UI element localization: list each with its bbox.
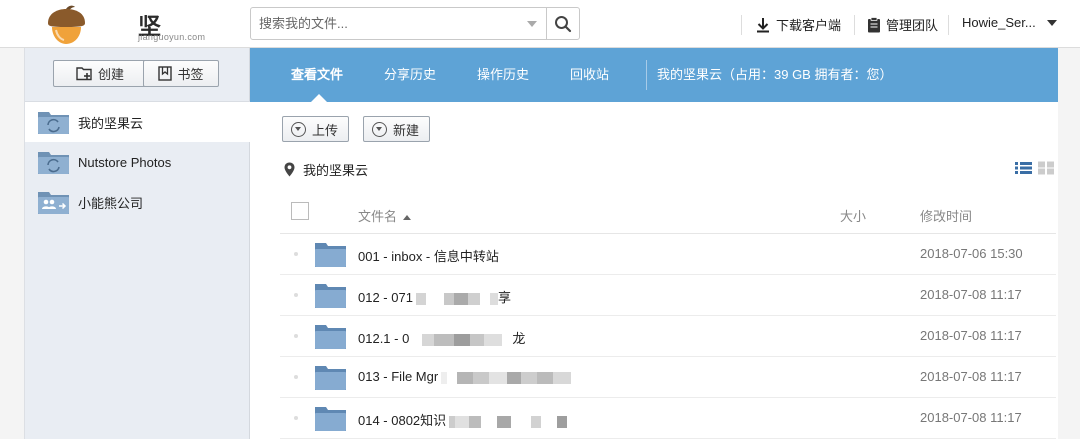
sidebar-item-label: 我的坚果云: [78, 115, 144, 131]
table-row[interactable]: 001 - inbox - 信息中转站 2018-07-06 15:30: [280, 234, 1056, 275]
create-button[interactable]: 创建: [53, 60, 147, 87]
chevron-down-icon: [1046, 19, 1057, 26]
shared-folder-icon: [38, 192, 69, 214]
redacted-text: [441, 371, 572, 384]
dropdown-circle-icon: [291, 121, 306, 137]
clipboard-icon: [868, 16, 880, 32]
manage-team-button[interactable]: 管理团队: [867, 15, 938, 34]
list-view-icon[interactable]: [1015, 161, 1032, 175]
redacted-text: [415, 292, 498, 305]
sidebar-item-my-jianguoyun[interactable]: 我的坚果云: [25, 102, 250, 142]
search-icon: [555, 15, 572, 32]
row-select-dot[interactable]: [294, 293, 298, 297]
search-input[interactable]: [251, 8, 523, 39]
select-all-checkbox[interactable]: [291, 202, 309, 220]
row-select-dot[interactable]: [294, 252, 298, 256]
file-table-header: 文件名 大小 修改时间: [280, 196, 1056, 234]
tab-share-history[interactable]: 分享历史: [384, 48, 436, 102]
table-row[interactable]: 014 - 0802知识 2018-07-08 11:17: [280, 398, 1056, 439]
breadcrumb: 我的坚果云: [284, 160, 368, 179]
file-name[interactable]: 001 - inbox - 信息中转站: [358, 246, 499, 265]
sort-ascending-icon: [403, 215, 412, 221]
redacted-text: [449, 415, 568, 428]
folder-icon: [315, 407, 346, 431]
active-tab-indicator: [311, 94, 327, 102]
file-name[interactable]: 012 - 071 享: [358, 287, 511, 306]
new-label: 新建: [393, 122, 420, 138]
storage-info: 我的坚果云（占用：39 GB 拥有者：您）: [657, 67, 893, 82]
column-header-name-label: 文件名: [358, 209, 398, 224]
search-dropdown-caret-icon[interactable]: [527, 21, 537, 27]
sidebar-actions: 创建 书签: [25, 48, 250, 102]
header-divider: [741, 15, 742, 35]
breadcrumb-current[interactable]: 我的坚果云: [303, 160, 368, 179]
add-folder-icon: [76, 67, 92, 81]
file-modified-time: 2018-07-08 11:17: [920, 287, 1022, 302]
upload-label: 上传: [312, 122, 339, 138]
dropdown-circle-icon: [372, 121, 387, 137]
row-select-dot[interactable]: [294, 334, 298, 338]
sidebar-item-team-folder[interactable]: 小能熊公司: [25, 182, 250, 222]
row-select-dot[interactable]: [294, 416, 298, 420]
app-logo[interactable]: 坚果云 jianguoyun.com: [42, 3, 205, 107]
tab-recycle-bin[interactable]: 回收站: [570, 48, 609, 102]
header-divider: [948, 15, 949, 35]
manage-team-label: 管理团队: [886, 18, 939, 33]
file-modified-time: 2018-07-08 11:17: [920, 410, 1022, 425]
folder-icon: [315, 284, 346, 308]
folder-icon: [315, 325, 346, 349]
acorn-logo-icon: [48, 5, 85, 44]
sidebar-item-label: Nutstore Photos: [78, 154, 172, 170]
bookmark-label: 书签: [177, 67, 204, 82]
search-button[interactable]: [546, 8, 579, 39]
sidebar: 创建 书签 我的坚果云 Nutstore Photos 小能熊公司: [24, 48, 250, 439]
row-select-dot[interactable]: [294, 375, 298, 379]
folder-icon: [315, 366, 346, 390]
view-toggle: [1015, 161, 1054, 175]
redacted-text: [412, 333, 513, 346]
tab-divider: [646, 60, 647, 90]
search-box: [250, 7, 580, 40]
download-client-button[interactable]: 下载客户端: [755, 15, 841, 34]
main-panel: 查看文件 分享历史 操作历史 回收站 我的坚果云（占用：39 GB 拥有者：您）…: [250, 48, 1058, 439]
bookmark-icon: [158, 66, 173, 81]
tab-bar: 查看文件 分享历史 操作历史 回收站 我的坚果云（占用：39 GB 拥有者：您）: [250, 48, 1058, 102]
file-name[interactable]: 013 - File Mgr: [358, 369, 572, 384]
user-menu[interactable]: Howie_Ser...: [962, 15, 1057, 30]
file-name[interactable]: 014 - 0802知识: [358, 410, 568, 429]
sidebar-item-label: 小能熊公司: [78, 195, 144, 211]
file-modified-time: 2018-07-06 15:30: [920, 246, 1023, 261]
bookmark-button[interactable]: 书签: [143, 60, 219, 87]
download-client-label: 下载客户端: [776, 18, 842, 33]
location-pin-icon: [284, 162, 295, 177]
sidebar-item-nutstore-photos[interactable]: Nutstore Photos: [25, 142, 250, 182]
file-modified-time: 2018-07-08 11:17: [920, 369, 1022, 384]
file-modified-time: 2018-07-08 11:17: [920, 328, 1022, 343]
sync-folder-icon: [38, 152, 69, 174]
column-header-name[interactable]: 文件名: [358, 206, 412, 225]
sync-folder-icon: [38, 112, 69, 134]
create-label: 创建: [97, 67, 124, 82]
username-label: Howie_Ser...: [962, 15, 1036, 30]
logo-subtitle: jianguoyun.com: [138, 32, 206, 42]
tab-operation-history[interactable]: 操作历史: [477, 48, 529, 102]
upload-button[interactable]: 上传: [282, 116, 350, 142]
top-header: 坚果云 jianguoyun.com 下载客户端 管理团队: [0, 0, 1080, 107]
file-name[interactable]: 012.1 - 0龙: [358, 328, 525, 347]
download-icon: [757, 17, 769, 32]
grid-view-icon[interactable]: [1038, 161, 1054, 175]
table-row[interactable]: 012 - 071 享 2018-07-08 11:17: [280, 275, 1056, 316]
table-row[interactable]: 013 - File Mgr 2018-07-08 11:17: [280, 357, 1056, 398]
new-button[interactable]: 新建: [363, 116, 431, 142]
column-header-modified[interactable]: 修改时间: [920, 206, 972, 225]
table-row[interactable]: 012.1 - 0龙 2018-07-08 11:17: [280, 316, 1056, 357]
column-header-size[interactable]: 大小: [840, 206, 866, 225]
header-divider: [854, 15, 855, 35]
folder-icon: [315, 243, 346, 267]
